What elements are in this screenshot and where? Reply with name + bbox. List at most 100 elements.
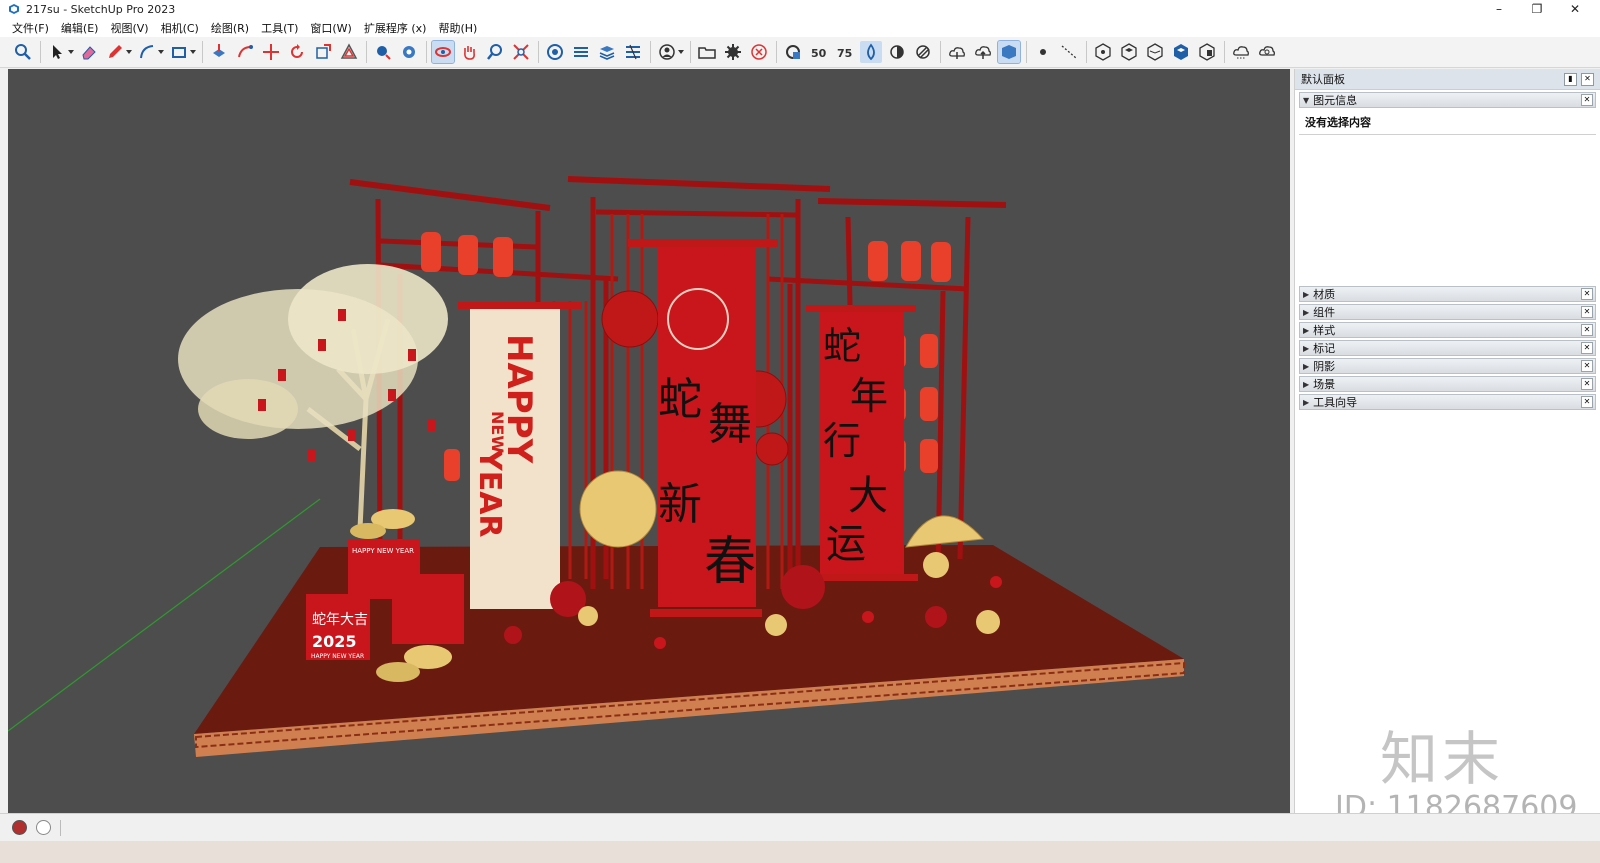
close-icon[interactable]: ✕ [1581, 94, 1593, 106]
bottom-strip [0, 841, 1600, 863]
menu-tools[interactable]: 工具(T) [261, 20, 298, 36]
geo-location-icon[interactable] [544, 41, 566, 63]
info-icon[interactable] [36, 820, 51, 835]
eraser-icon[interactable] [78, 41, 100, 63]
select-icon[interactable] [46, 41, 68, 63]
model-viewport[interactable]: HAPPY NEW YEAR 蛇 舞 新 春 蛇 年 行 大 运 HAPPY N… [8, 69, 1290, 813]
right-view-icon[interactable] [1170, 41, 1192, 63]
sketchup-logo-icon [9, 4, 19, 14]
chevron-down-icon[interactable] [126, 41, 132, 63]
menu-help[interactable]: 帮助(H) [438, 20, 477, 36]
zoom-window-icon[interactable] [484, 41, 506, 63]
user-account-icon[interactable] [656, 41, 678, 63]
cloud-download-icon[interactable] [1256, 41, 1278, 63]
pan-icon[interactable] [458, 41, 480, 63]
menu-draw[interactable]: 绘图(R) [211, 20, 249, 36]
back-view-icon[interactable] [1196, 41, 1218, 63]
section-shadows[interactable]: ▶ 阴影 ✕ [1299, 358, 1596, 374]
xray-icon[interactable] [860, 41, 882, 63]
section-plane-icon[interactable] [570, 41, 592, 63]
scale-icon[interactable] [312, 41, 334, 63]
close-icon[interactable]: ✕ [1581, 378, 1593, 390]
cloud-sync-icon[interactable] [972, 41, 994, 63]
section-styles[interactable]: ▶ 样式 ✕ [1299, 322, 1596, 338]
pencil-icon[interactable] [104, 41, 126, 63]
section-display-icon[interactable] [596, 41, 618, 63]
section-components[interactable]: ▶ 组件 ✕ [1299, 304, 1596, 320]
push-pull-icon[interactable] [208, 41, 230, 63]
point-icon[interactable] [1032, 41, 1054, 63]
section-scenes[interactable]: ▶ 场景 ✕ [1299, 376, 1596, 392]
open-folder-icon[interactable] [696, 41, 718, 63]
box-text-1: HAPPY NEW YEAR [352, 547, 414, 555]
minimize-button[interactable]: – [1480, 0, 1518, 18]
toolbar-separator [776, 41, 777, 63]
settings-gear-icon[interactable] [722, 41, 744, 63]
toolbar-separator [650, 41, 651, 63]
75-icon[interactable]: 75 [834, 41, 856, 63]
chevron-down-icon[interactable] [678, 41, 684, 63]
cancel-icon[interactable] [748, 41, 770, 63]
rectangle-icon[interactable] [168, 41, 190, 63]
menu-window[interactable]: 窗口(W) [310, 20, 351, 36]
tape-measure-icon[interactable] [372, 41, 394, 63]
dimension-line-icon[interactable] [1058, 41, 1080, 63]
banner-right-char-4: 大 [848, 473, 888, 519]
cloud-upload-icon[interactable] [946, 41, 968, 63]
close-icon[interactable]: ✕ [1581, 306, 1593, 318]
pin-icon[interactable]: ▮ [1564, 73, 1577, 86]
chevron-down-icon[interactable] [190, 41, 196, 63]
iso-view-icon[interactable] [1092, 41, 1114, 63]
banner-left-year: YEAR [472, 448, 507, 538]
menu-view[interactable]: 视图(V) [110, 20, 148, 36]
toolbar-separator [1224, 41, 1225, 63]
move-icon[interactable] [260, 41, 282, 63]
close-button[interactable]: ✕ [1556, 0, 1594, 18]
watermark-logo: 知末 [1380, 725, 1505, 793]
front-view-icon[interactable] [1144, 41, 1166, 63]
cloud-share-icon[interactable] [1230, 41, 1252, 63]
layout-icon[interactable] [782, 41, 804, 63]
shaded-icon[interactable] [886, 41, 908, 63]
expanded-arrow-icon: ▼ [1303, 95, 1310, 105]
chevron-down-icon[interactable] [158, 41, 164, 63]
close-icon[interactable]: ✕ [1581, 324, 1593, 336]
close-icon[interactable]: ✕ [1581, 73, 1594, 86]
menu-edit[interactable]: 编辑(E) [61, 20, 99, 36]
maximize-button[interactable]: ❐ [1518, 0, 1556, 18]
rotate-icon[interactable] [286, 41, 308, 63]
menu-camera[interactable]: 相机(C) [161, 20, 199, 36]
chevron-down-icon[interactable] [68, 41, 74, 63]
paint-bucket-icon[interactable] [398, 41, 420, 63]
section-materials[interactable]: ▶ 材质 ✕ [1299, 286, 1596, 302]
close-icon[interactable]: ✕ [1581, 396, 1593, 408]
top-view-icon[interactable] [1118, 41, 1140, 63]
banner-right-char-1: 蛇 [823, 324, 861, 368]
orbit-icon[interactable] [431, 40, 455, 64]
arc-icon[interactable] [136, 41, 158, 63]
menu-file[interactable]: 文件(F) [12, 20, 49, 36]
title-bar: 217su - SketchUp Pro 2023 – ❐ ✕ [0, 0, 1600, 19]
toolbar-separator [426, 41, 427, 63]
collapsed-arrow-icon: ▶ [1303, 397, 1310, 407]
offset-icon[interactable] [338, 41, 360, 63]
monochrome-icon[interactable] [912, 41, 934, 63]
section-label: 样式 [1313, 324, 1336, 337]
follow-me-icon[interactable] [234, 41, 256, 63]
close-icon[interactable]: ✕ [1581, 360, 1593, 372]
3d-warehouse-icon[interactable] [997, 40, 1021, 64]
banner-right-char-3: 行 [823, 419, 861, 463]
menu-extensions[interactable]: 扩展程序 (x) [364, 20, 427, 36]
section-tags[interactable]: ▶ 标记 ✕ [1299, 340, 1596, 356]
section-label: 材质 [1313, 288, 1336, 301]
close-icon[interactable]: ✕ [1581, 342, 1593, 354]
section-instructor[interactable]: ▶ 工具向导 ✕ [1299, 394, 1596, 410]
section-fill-icon[interactable] [622, 41, 644, 63]
svg-text:50: 50 [811, 47, 827, 60]
zoom-extents-icon[interactable] [510, 41, 532, 63]
section-entity-info[interactable]: ▼ 图元信息 ✕ [1299, 92, 1596, 108]
geo-status-icon[interactable] [12, 820, 27, 835]
50-icon[interactable]: 50 [808, 41, 830, 63]
zoom-icon[interactable] [12, 41, 34, 63]
close-icon[interactable]: ✕ [1581, 288, 1593, 300]
